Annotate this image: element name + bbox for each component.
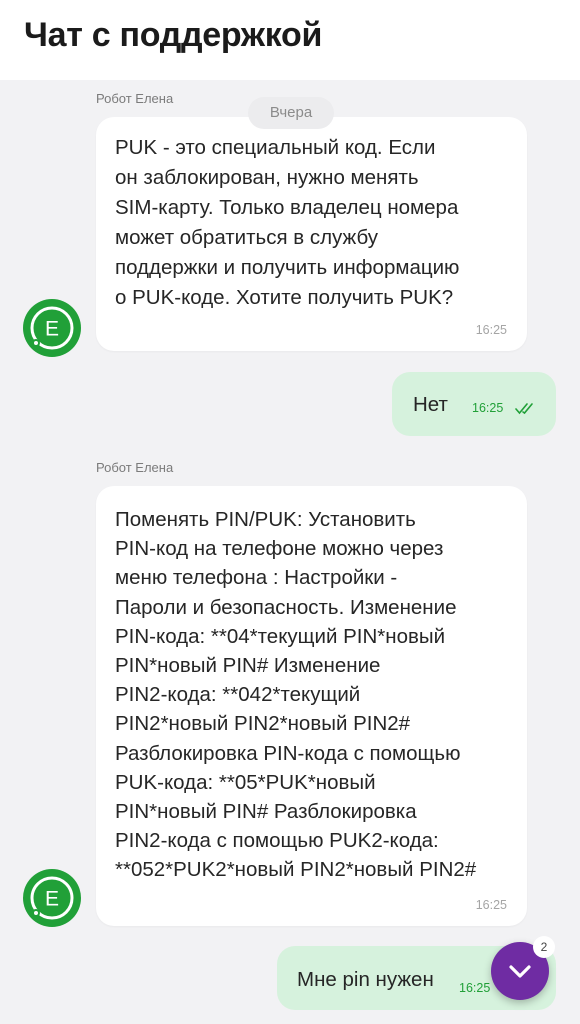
sender-name: Робот Елена [96,460,174,475]
chat-header: Чат с поддержкой [0,0,580,80]
outgoing-message[interactable]: Нет 16:25 [392,372,556,436]
message-text: Нет [413,393,448,416]
message-time: 16:25 [472,401,504,415]
date-separator: Вчера [248,97,334,129]
unread-count-badge: 2 [533,936,555,958]
page-title: Чат с поддержкой [24,16,323,54]
read-checkmarks-icon [515,403,533,415]
avatar-letter: E [45,888,59,911]
message-text: Поменять PIN/PUK: Установить PIN-код на … [115,508,477,882]
message-time: 16:25 [475,898,507,912]
avatar-letter: E [45,318,59,341]
sender-name: Робот Елена [96,91,174,106]
incoming-message[interactable]: Поменять PIN/PUK: Установить PIN-код на … [96,486,527,926]
incoming-message[interactable]: PUK - это специальный код. Если он забло… [96,117,527,351]
message-text: PUK - это специальный код. Если он забло… [115,136,460,309]
chat-area[interactable]: Робот Елена PUK - это специальный код. Е… [0,80,580,1024]
robot-elena-avatar-icon: E [23,299,81,357]
message-text: Мне pin нужен [297,968,434,991]
robot-elena-avatar-icon: E [23,869,81,927]
message-time: 16:25 [475,323,507,337]
message-time: 16:25 [459,981,491,995]
